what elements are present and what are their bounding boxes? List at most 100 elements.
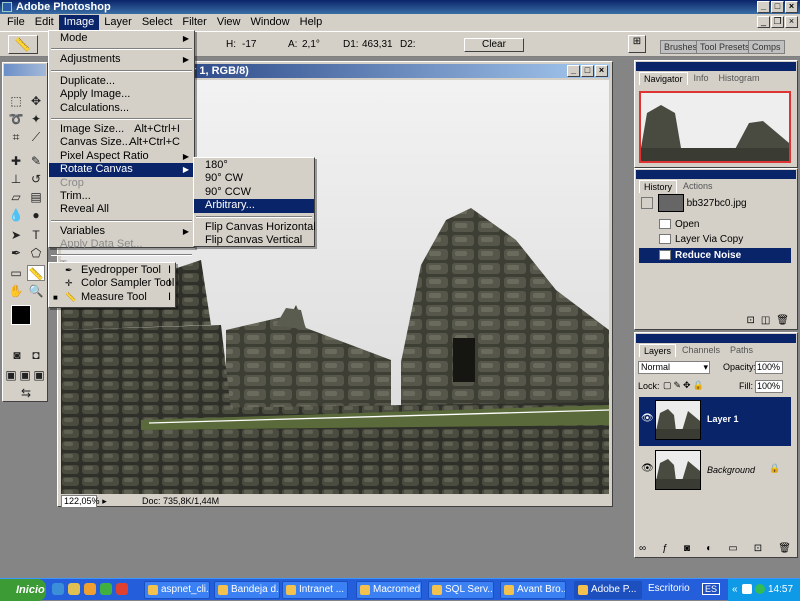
menu-filter[interactable]: Filter	[177, 15, 211, 30]
minimize-button[interactable]: _	[757, 1, 770, 13]
well-comps[interactable]: Comps	[748, 40, 785, 54]
image-menu-item[interactable]: Calculations...	[49, 102, 194, 115]
lock-options-icon[interactable]: ▢✎✥🔒	[663, 380, 706, 391]
tool-preset-picker[interactable]: 📏	[8, 35, 38, 54]
brush-tool-icon[interactable]: ✎	[27, 153, 45, 169]
tab-paths[interactable]: Paths	[726, 344, 757, 357]
menu-select[interactable]: Select	[137, 15, 178, 30]
close-button[interactable]: ×	[785, 1, 798, 13]
tab-layers[interactable]: Layers	[639, 344, 677, 357]
image-menu-item[interactable]: Variables ▶	[49, 225, 194, 238]
move-tool-icon[interactable]: ✥	[27, 93, 45, 109]
screen-mode-3-icon[interactable]: ▣	[32, 367, 46, 383]
blur-tool-icon[interactable]: 💧	[7, 207, 25, 223]
image-menu-item[interactable]: Duplicate...	[49, 75, 194, 88]
opacity-field[interactable]: 100%	[755, 361, 783, 374]
healing-brush-icon[interactable]: ✚	[7, 153, 25, 169]
document-minimize-button[interactable]: _	[567, 65, 580, 77]
image-menu-item[interactable]: Rotate Canvas ▶	[49, 163, 194, 177]
image-menu-item[interactable]: Apply Image...	[49, 88, 194, 101]
screen-mode-2-icon[interactable]: ▣	[18, 367, 32, 383]
hand-tool-icon[interactable]: ✋	[7, 283, 25, 299]
taskbar-button[interactable]: Adobe P...	[574, 581, 642, 599]
crop-tool-icon[interactable]: ⌗	[7, 129, 25, 145]
fill-field[interactable]: 100%	[755, 380, 783, 393]
image-menu-item[interactable]: Reveal All	[49, 203, 194, 216]
notes-tool-icon[interactable]: ▭	[7, 265, 25, 281]
doc-minimize-button[interactable]: _	[757, 16, 770, 28]
flyout-eyedropper-tool[interactable]: ✒ Eyedropper Tool I	[49, 264, 175, 277]
tab-actions[interactable]: Actions	[679, 180, 717, 193]
blend-mode-select[interactable]: Normal ▾	[638, 361, 710, 374]
rotate-menu-item[interactable]: 90° CCW	[194, 186, 314, 199]
maximize-button[interactable]: □	[771, 1, 784, 13]
image-menu-item[interactable]: Mode ▶	[49, 32, 194, 45]
zoom-tool-icon[interactable]: 🔍	[27, 283, 45, 299]
flyout-color-sampler-tool[interactable]: ✛ Color Sampler Tool I	[49, 277, 175, 290]
menu-view[interactable]: View	[212, 15, 246, 30]
document-maximize-button[interactable]: □	[581, 65, 594, 77]
tray-app-icon[interactable]	[742, 584, 752, 594]
clear-button[interactable]: Clear	[464, 38, 524, 52]
history-brush-icon[interactable]: ↺	[27, 171, 45, 187]
tray-expand-icon[interactable]: «	[732, 579, 738, 601]
rotate-menu-item[interactable]: Flip Canvas Vertical	[194, 234, 314, 247]
well-tool-presets[interactable]: Tool Presets	[696, 40, 754, 54]
quick-mask-icon[interactable]: ◘	[27, 347, 45, 363]
desktop-toolbar-label[interactable]: Escritorio	[648, 583, 690, 594]
menu-window[interactable]: Window	[246, 15, 295, 30]
new-layer-icon[interactable]: ⊡	[754, 543, 762, 554]
screen-mode-1-icon[interactable]: ▣	[4, 367, 18, 383]
layer-style-icon[interactable]: ƒ	[662, 543, 668, 554]
doc-close-button[interactable]: ×	[785, 16, 798, 28]
eraser-tool-icon[interactable]: ▱	[7, 189, 25, 205]
taskbar-button[interactable]: SQL Serv...	[428, 581, 494, 599]
new-group-icon[interactable]: ▭	[728, 543, 737, 554]
delete-layer-icon[interactable]: 🗑	[778, 543, 791, 554]
explorer-quicklaunch-icon[interactable]	[68, 583, 80, 595]
eye-icon[interactable]: 👁	[641, 463, 654, 474]
layer-row-background[interactable]: 👁 Background 🔒	[639, 447, 791, 496]
history-state[interactable]: Open	[639, 217, 791, 232]
app3-quicklaunch-icon[interactable]	[116, 583, 128, 595]
tab-info[interactable]: Info	[690, 72, 713, 85]
clone-stamp-icon[interactable]: ⊥	[7, 171, 25, 187]
history-snapshot[interactable]: bb327bc0.jpg	[639, 193, 791, 215]
clock[interactable]: 14:57	[768, 584, 793, 595]
jump-to-imageready-icon[interactable]: ⇆	[17, 385, 35, 401]
document-close-button[interactable]: ×	[595, 65, 608, 77]
trash-icon[interactable]: 🗑	[776, 315, 789, 326]
menu-layer[interactable]: Layer	[99, 15, 137, 30]
history-state[interactable]: Layer Via Copy	[639, 232, 791, 247]
ie-quicklaunch-icon[interactable]	[52, 583, 64, 595]
file-browser-icon[interactable]: ⊞	[628, 35, 646, 53]
foreground-color-swatch[interactable]	[11, 305, 31, 325]
rotate-menu-item[interactable]: Flip Canvas Horizontal	[194, 221, 316, 234]
slice-tool-icon[interactable]: ⟋	[27, 129, 45, 145]
image-menu-item[interactable]: Pixel Aspect Ratio ▶	[49, 150, 194, 163]
menu-help[interactable]: Help	[295, 15, 328, 30]
layer-row-layer-1[interactable]: 👁 Layer 1	[639, 397, 791, 446]
new-snapshot-icon[interactable]: ◫	[761, 315, 770, 326]
gradient-tool-icon[interactable]: ▤	[27, 189, 45, 205]
lasso-tool-icon[interactable]: ➰	[7, 111, 25, 127]
new-document-icon[interactable]: ⊡	[746, 315, 754, 326]
menu-file[interactable]: File	[2, 15, 30, 30]
taskbar-button[interactable]: Avant Bro...	[500, 581, 566, 599]
tab-navigator[interactable]: Navigator	[639, 72, 688, 85]
tab-channels[interactable]: Channels	[678, 344, 724, 357]
path-selection-icon[interactable]: ➤	[7, 227, 25, 243]
tab-history[interactable]: History	[639, 180, 678, 193]
navigator-preview[interactable]	[639, 91, 791, 163]
tab-histogram[interactable]: Histogram	[715, 72, 764, 85]
taskbar-button[interactable]: Bandeja d...	[214, 581, 280, 599]
measure-tool-icon[interactable]: 📏	[27, 265, 45, 281]
doc-restore-button[interactable]: ❐	[771, 16, 784, 28]
flyout-measure-tool[interactable]: ■ 📏 Measure Tool I	[49, 291, 175, 304]
image-menu-item[interactable]: Adjustments ▶	[49, 53, 194, 66]
tray-status-icon[interactable]	[755, 584, 765, 594]
zoom-level-field[interactable]: 122,05%	[61, 495, 100, 508]
menu-edit[interactable]: Edit	[30, 15, 59, 30]
layer-mask-icon[interactable]: ◙	[684, 543, 690, 554]
rotate-menu-item[interactable]: Arbitrary...	[194, 199, 314, 213]
